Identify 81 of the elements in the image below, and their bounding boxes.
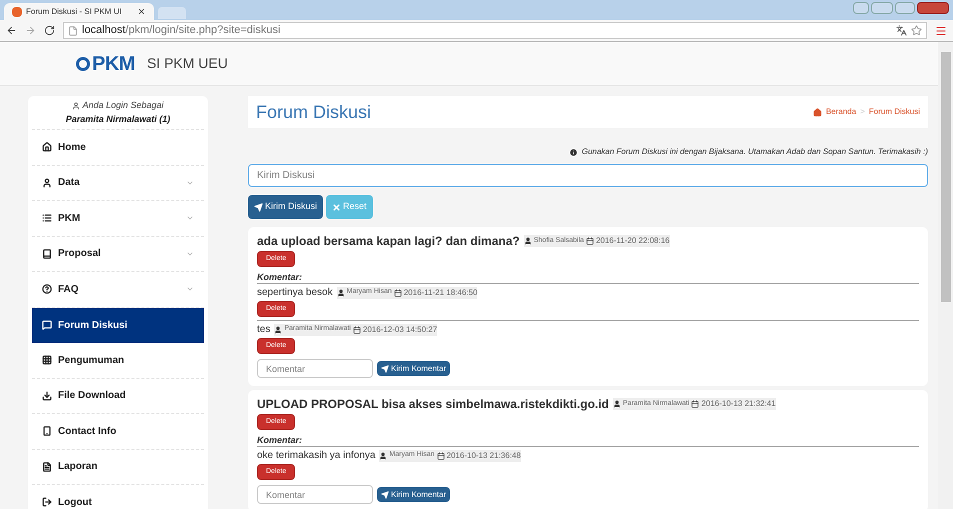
- breadcrumb-link[interactable]: Beranda: [826, 106, 856, 118]
- sidebar-item[interactable]: Data: [32, 166, 204, 201]
- favicon-icon: [12, 6, 22, 16]
- comment-input[interactable]: Komentar: [257, 359, 373, 378]
- breadcrumb-separator: >: [860, 106, 865, 118]
- sidebar-item[interactable]: Pengumuman: [32, 343, 204, 378]
- sidebar-item[interactable]: File Download: [32, 378, 204, 414]
- sidebar-item[interactable]: PKM: [32, 201, 204, 236]
- book-icon: [42, 248, 52, 259]
- page-title: Forum Diskusi: [256, 100, 372, 124]
- tab-title: Forum Diskusi - SI PKM UI: [26, 6, 122, 18]
- download-icon: [42, 390, 52, 401]
- address-bar[interactable]: localhost/pkm/login/site.php?site=diskusi: [63, 22, 927, 39]
- send-icon: [254, 202, 263, 212]
- post-date: 2016-10-13 21:32:41: [701, 398, 776, 410]
- translate-icon[interactable]: [896, 25, 907, 36]
- comment-text: sepertinya besok: [257, 286, 333, 300]
- post-date: 2016-10-13 21:36:48: [446, 450, 521, 462]
- chat-icon: [42, 320, 52, 330]
- send-discussion-button[interactable]: Kirim Diskusi: [248, 195, 324, 219]
- post-title: ada upload bersama kapan lagi? dan dimana?: [257, 233, 520, 250]
- phone-icon: [42, 426, 52, 436]
- post-date: 2016-11-21 18:46:50: [404, 286, 478, 298]
- comment-text: tes: [257, 323, 270, 337]
- sidebar-item[interactable]: Logout: [32, 485, 204, 509]
- profile-button[interactable]: [853, 2, 869, 14]
- sidebar-item[interactable]: Proposal: [32, 236, 204, 272]
- comment-input[interactable]: Komentar: [257, 485, 373, 504]
- user-name: Paramita Nirmalawati (1): [66, 112, 170, 126]
- grid-icon: [42, 355, 52, 366]
- send-icon: [381, 490, 389, 498]
- send-comment-button[interactable]: Kirim Komentar: [377, 361, 450, 376]
- post-title: UPLOAD PROPOSAL bisa akses simbelmawa.ristekdikti.go.id: [257, 396, 609, 413]
- user-icon: [42, 178, 52, 188]
- sidebar-item[interactable]: Home: [32, 130, 204, 166]
- calendar-icon: [352, 326, 361, 334]
- notice-text: Gunakan Forum Diskusi ini dengan Bijaksana. Utamakan Adab dan Sopan Santun. Terimakasih :): [582, 146, 928, 158]
- document-icon: [42, 462, 52, 472]
- send-comment-button[interactable]: Kirim Komentar: [377, 487, 450, 502]
- breadcrumb-link[interactable]: Forum Diskusi: [868, 106, 920, 118]
- bookmark-star-icon[interactable]: [911, 25, 922, 36]
- close-icon: [332, 202, 342, 212]
- comment-text: oke terimakasih ya infonya: [257, 449, 376, 463]
- user-icon: [72, 102, 80, 110]
- post-date: 2016-11-20 22:08:16: [596, 235, 670, 247]
- calendar-icon: [436, 452, 445, 460]
- calendar-icon: [394, 288, 402, 296]
- calendar-icon: [586, 237, 594, 245]
- menu-icon[interactable]: [935, 24, 947, 36]
- calendar-icon: [691, 400, 700, 408]
- user-icon: [524, 237, 532, 245]
- logout-icon: [42, 497, 52, 508]
- sidebar-item[interactable]: Forum Diskusi: [32, 308, 204, 343]
- browser-tab[interactable]: Forum Diskusi - SI PKM UI: [4, 3, 154, 20]
- user-icon: [274, 326, 282, 334]
- minimize-button[interactable]: [871, 2, 893, 14]
- user-icon: [612, 400, 621, 408]
- comments-label: Komentar:: [257, 272, 302, 283]
- site-name: SI PKM UEU: [146, 54, 228, 73]
- home-icon: [812, 108, 822, 116]
- maximize-button[interactable]: [895, 2, 915, 14]
- close-window-button[interactable]: [917, 2, 949, 14]
- page-icon: [68, 26, 78, 36]
- info-icon: [568, 148, 578, 156]
- close-icon[interactable]: [137, 7, 146, 16]
- home-icon: [42, 142, 52, 152]
- back-icon[interactable]: [6, 25, 17, 36]
- user-icon: [379, 452, 388, 460]
- user-icon: [336, 288, 345, 296]
- help-icon: [42, 284, 52, 294]
- sidebar-item[interactable]: Contact Info: [32, 414, 204, 450]
- discussion-input[interactable]: Kirim Diskusi: [248, 164, 928, 187]
- comments-label: Komentar:: [257, 435, 302, 446]
- forward-icon[interactable]: [25, 25, 36, 36]
- reload-icon[interactable]: [44, 25, 55, 36]
- list-icon: [42, 213, 52, 224]
- login-label: Anda Login Sebagai: [82, 99, 164, 112]
- pkm-logo: PKM: [76, 48, 135, 78]
- send-icon: [381, 364, 389, 372]
- sidebar-item[interactable]: Laporan: [32, 450, 204, 485]
- post-date: 2016-12-03 14:50:27: [362, 324, 438, 336]
